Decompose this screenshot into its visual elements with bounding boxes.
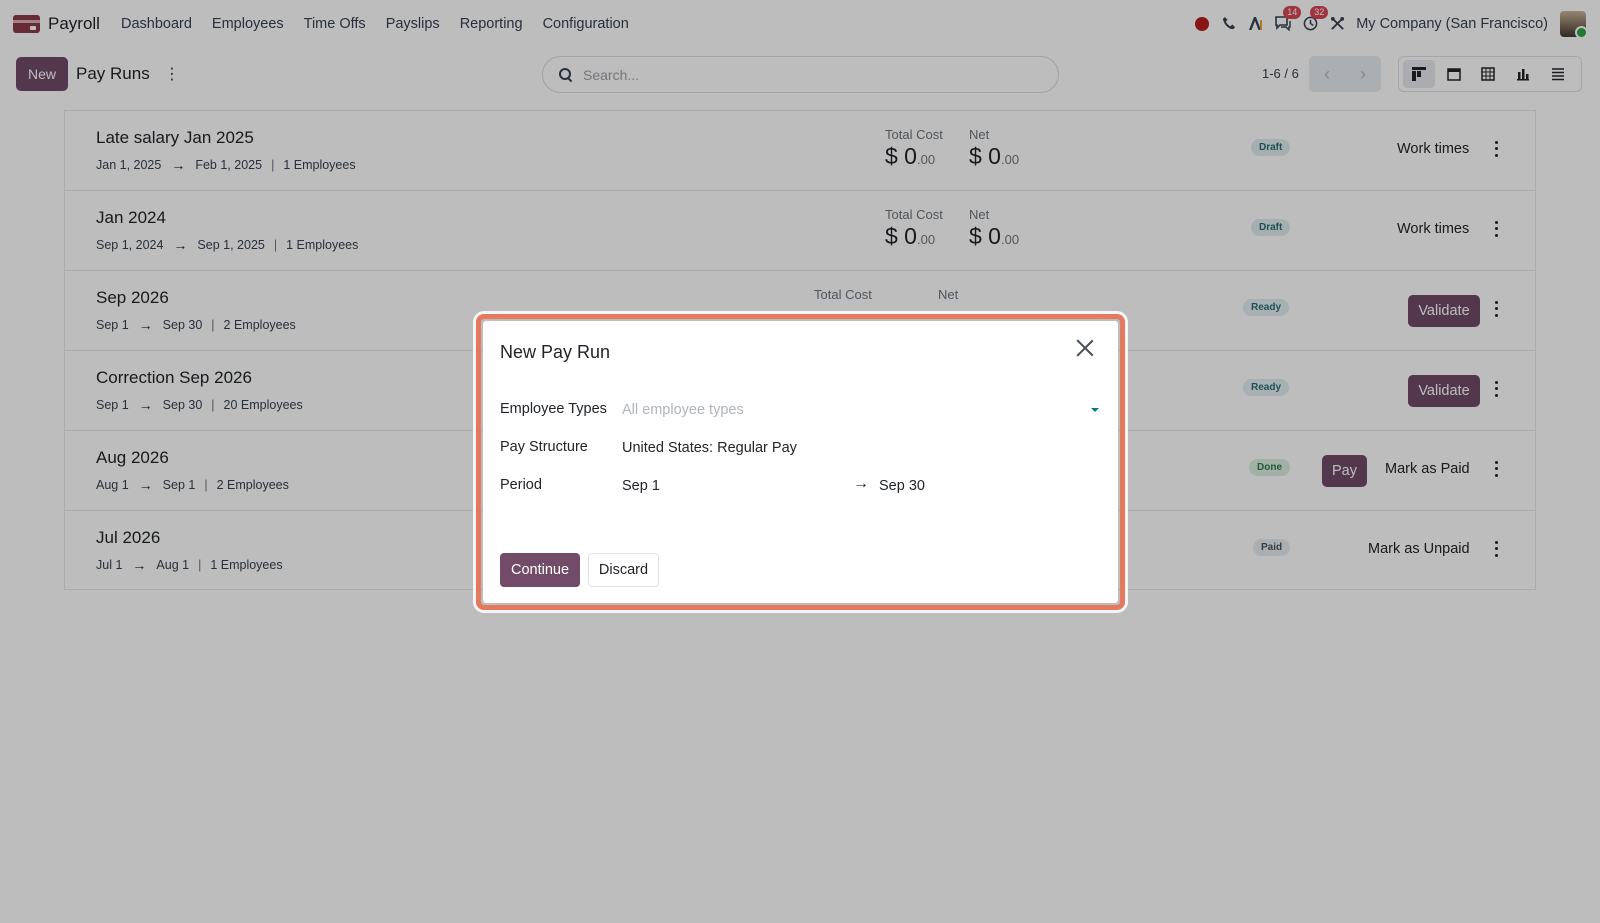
employee-types-field[interactable]: All employee types (622, 402, 744, 418)
pay-structure-label: Pay Structure (500, 439, 588, 455)
arrow-right-icon: → (853, 475, 869, 492)
employee-types-label: Employee Types (500, 401, 607, 417)
continue-button[interactable]: Continue (500, 553, 580, 587)
discard-button[interactable]: Discard (588, 553, 659, 587)
new-pay-run-dialog: New Pay Run Employee Types All employee … (483, 321, 1118, 603)
period-end-field[interactable]: Sep 30 (879, 478, 925, 494)
close-icon[interactable] (1076, 338, 1094, 356)
pay-structure-field[interactable]: United States: Regular Pay (622, 440, 797, 456)
period-label: Period (500, 477, 542, 493)
period-start-field[interactable]: Sep 1 (622, 478, 660, 494)
dropdown-caret-icon[interactable] (1091, 408, 1099, 412)
dialog-title: New Pay Run (500, 342, 611, 362)
